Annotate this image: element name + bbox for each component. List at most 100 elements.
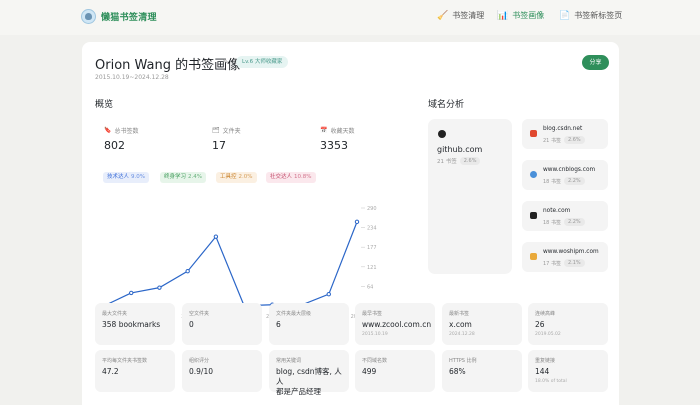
metric-value: x.com [449,320,472,329]
edit-icon[interactable]: ✎ [223,58,229,66]
page-title: Orion Wang 的书签画像 [95,58,241,73]
domain-card[interactable]: www.cnblogs.com 18 书签 2.2% [522,160,608,190]
metric-card: 重复链接 144 18.0% of total [528,350,608,392]
metric-card: 连续高峰 26 2019.05.02 [528,303,608,345]
tag-pct: 2.4% [188,174,202,180]
woshipm-icon [530,253,537,260]
domain-card-primary[interactable]: github.com 21 书签 2.6% [428,119,512,274]
metric-sub: 2019.05.02 [535,332,561,337]
metric-card: 组织评分 0.9/10 [182,350,262,392]
persona-tag: 终身学习 2.4% [160,172,206,183]
metric-card: HTTPS 比例 68% [442,350,522,392]
stat-value: 3353 [320,139,348,152]
domain-pct: 2.6% [563,136,585,144]
metric-value: 0.9/10 [189,367,213,376]
metric-value: blog, csdn博客, 人人 都是产品经理 [276,367,342,396]
data-point[interactable] [326,292,331,297]
stat-label: 总书签数 [114,128,139,135]
metric-value: 6 [276,320,281,329]
domain-pct: 2.2% [563,177,585,185]
profile-card: Orion Wang 的书签画像 ✎ Lv.6 大师收藏家 2015.10.19… [82,42,619,405]
y-tick-label: 121 [367,265,377,271]
folder-icon: 🗂 [212,127,220,134]
nav-item-new-tab[interactable]: 📄 书签新标签页 [559,10,622,21]
metric-label: 最早书签 [362,311,383,317]
share-button[interactable]: 分享 [582,55,609,70]
domain-name: note.com [543,208,571,214]
domain-card[interactable]: blog.csdn.net 21 书签 2.6% [522,119,608,149]
metric-card: 常用关键词 blog, csdn博客, 人人 都是产品经理 [269,350,349,396]
domain-card[interactable]: note.com 18 书签 2.2% [522,201,608,231]
metric-value: 499 [362,367,377,376]
document-icon: 📄 [559,10,571,21]
persona-tag: 技术达人 9.0% [103,172,149,183]
domain-analysis-title: 域名分析 [428,100,465,110]
tag-label: 社交达人 [270,174,293,180]
metric-value: 26 [535,320,545,329]
bar-chart-icon: 📊 [497,10,509,21]
metric-label: HTTPS 比例 [449,358,477,364]
metric-label: 重复链接 [535,358,556,364]
series-line [102,221,358,307]
data-point[interactable] [354,219,360,225]
bookmark-icon: 🔖 [104,127,112,134]
data-point[interactable] [129,290,134,296]
metric-card: 不同域名数 499 [355,350,435,392]
metric-card: 平均每文件夹书签数 47.2 [95,350,175,392]
metric-sub: 2024.12.28 [449,332,475,337]
domain-count: 21 书签 [543,137,561,144]
metric-value: 68% [449,367,466,376]
tag-label: 工具控 [220,174,237,180]
broom-icon: 🧹 [437,10,449,21]
y-tick-label: 177 [367,245,377,251]
metric-label: 文件夹最大层级 [276,311,312,317]
metric-label: 组织评分 [189,358,210,364]
metric-label: 连续高峰 [535,311,556,317]
level-badge: Lv.6 大师收藏家 [236,56,289,68]
domain-count: 17 书签 [543,260,561,267]
metric-label: 最大文件夹 [102,311,128,317]
metric-value: 358 bookmarks [102,320,161,329]
tag-pct: 10.8% [294,174,312,180]
note-icon [530,212,537,219]
tag-label: 技术达人 [107,174,130,180]
y-tick-label: 234 [367,226,377,232]
stat-value: 17 [212,139,226,152]
y-tick-label: 64 [367,284,373,290]
data-point[interactable] [157,285,162,290]
metric-sub: 2015.10.19 [362,332,388,337]
app-brand[interactable]: 懒猫书签清理 [101,10,157,23]
domain-count: 18 书签 [543,178,561,185]
nav-item-bookmark-clean[interactable]: 🧹 书签清理 [437,10,484,21]
cnblogs-icon [530,171,537,178]
metric-value: www.zcool.com.cn [362,320,432,329]
domain-pct: 2.2% [563,218,585,226]
domain-pct: 2.1% [563,259,585,267]
data-point[interactable] [213,234,219,239]
domain-card[interactable]: www.woshipm.com 17 书签 2.1% [522,242,608,272]
metric-value: 47.2 [102,367,119,376]
data-point[interactable] [185,268,190,274]
stat-value: 802 [104,139,125,152]
stat-folders: 🗂 文件夹 17 [212,126,241,152]
github-icon [438,130,446,138]
persona-tag: 工具控 2.0% [216,172,257,183]
domain-name: www.cnblogs.com [543,167,596,173]
stat-label: 收藏天数 [330,128,355,135]
metric-card: 最早书签 www.zcool.com.cn 2015.10.19 [355,303,435,345]
metric-label: 空文件夹 [189,311,210,317]
app-logo-icon [81,9,96,24]
calendar-icon: 📅 [320,127,328,134]
domain-name: blog.csdn.net [543,126,583,132]
metric-card: 文件夹最大层级 6 [269,303,349,345]
metric-label: 最新书签 [449,311,470,317]
nav-item-label: 书签新标签页 [574,11,623,20]
metric-label: 常用关键词 [276,358,302,364]
domain-count: 18 书签 [543,219,561,226]
metric-label: 平均每文件夹书签数 [102,358,148,364]
metric-card: 最新书签 x.com 2024.12.28 [442,303,522,345]
nav-item-label: 书签清理 [452,11,485,20]
nav-item-label: 书签画像 [512,11,545,20]
nav-item-bookmark-profile[interactable]: 📊 书签画像 [497,10,544,21]
persona-tag: 社交达人 10.8% [266,172,316,183]
